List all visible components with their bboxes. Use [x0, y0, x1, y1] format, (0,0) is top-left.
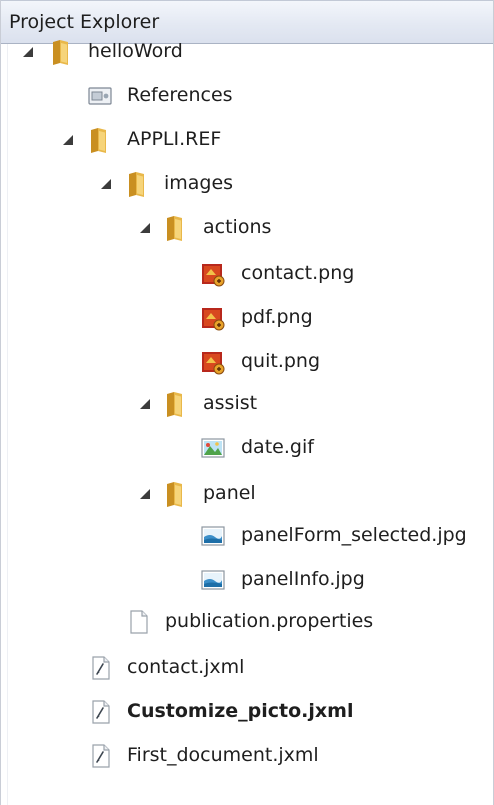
tree-item-label: publication.properties [165, 610, 374, 632]
tree-item-label: actions [203, 216, 272, 238]
tree-item-first-document-jxml[interactable]: First_document.jxml [1, 736, 493, 776]
gif-image-icon [200, 435, 226, 465]
folder-icon [162, 481, 188, 511]
jpg-image-icon [200, 523, 226, 553]
expander-arrow-icon[interactable] [140, 489, 150, 499]
tree-item-label: images [164, 172, 234, 194]
panel-title: Project Explorer [9, 11, 160, 33]
tree-item-label: Customize_picto.jxml [127, 700, 354, 722]
tree-item-helloword[interactable]: helloWord [1, 32, 493, 72]
jpg-image-icon [200, 567, 226, 597]
folder-icon [48, 39, 74, 69]
tree-item-label: helloWord [88, 40, 183, 62]
expander-arrow-icon[interactable] [23, 47, 33, 57]
expander-arrow-icon[interactable] [140, 223, 150, 233]
project-explorer-panel: Project Explorer helloWord References APPL… [0, 0, 494, 805]
tree-item-label: References [127, 84, 233, 106]
tree-item-label: First_document.jxml [127, 744, 319, 766]
tree-item-customize-picto-jxml[interactable]: Customize_picto.jxml [1, 692, 493, 732]
folder-icon [162, 391, 188, 421]
folder-icon [124, 171, 150, 201]
expander-arrow-icon[interactable] [140, 399, 150, 409]
tree-item-panelform-selected-jpg[interactable]: panelForm_selected.jpg [1, 516, 493, 556]
expander-arrow-icon[interactable] [63, 135, 73, 145]
tree-item-date-gif[interactable]: date.gif [1, 428, 493, 468]
png-image-icon [200, 261, 226, 291]
tree-item-label: assist [203, 392, 258, 414]
tree-item-appli-ref[interactable]: APPLI.REF [1, 120, 493, 160]
tree-item-publication-properties[interactable]: publication.properties [1, 602, 493, 642]
tree-item-pdf-png[interactable]: pdf.png [1, 298, 493, 338]
tree-item-panelinfo-jpg[interactable]: panelInfo.jpg [1, 560, 493, 600]
jxml-file-icon [88, 655, 114, 685]
folder-icon [162, 215, 188, 245]
tree-item-label: date.gif [241, 436, 314, 458]
tree-item-actions[interactable]: actions [1, 208, 493, 248]
tree-item-label: panelInfo.jpg [241, 568, 365, 590]
tree-item-panel[interactable]: panel [1, 474, 493, 514]
tree-item-label: APPLI.REF [127, 128, 222, 150]
tree-item-label: contact.png [241, 262, 355, 284]
png-image-icon [200, 349, 226, 379]
png-image-icon [200, 305, 226, 335]
tree-item-label: panelForm_selected.jpg [241, 524, 467, 546]
tree-item-label: panel [203, 482, 256, 504]
jxml-file-icon [88, 743, 114, 773]
tree-item-contact-jxml[interactable]: contact.jxml [1, 648, 493, 688]
tree-item-label: contact.jxml [127, 656, 245, 678]
references-icon [87, 83, 113, 113]
tree-item-quit-png[interactable]: quit.png [1, 342, 493, 382]
jxml-file-icon [88, 699, 114, 729]
tree-item-label: quit.png [241, 350, 321, 372]
text-file-icon [126, 609, 152, 639]
expander-arrow-icon[interactable] [101, 179, 111, 189]
tree-item-references[interactable]: References [1, 76, 493, 116]
tree-item-images[interactable]: images [1, 164, 493, 204]
tree-item-label: pdf.png [241, 306, 313, 328]
tree-item-contact-png[interactable]: contact.png [1, 254, 493, 294]
tree-item-assist[interactable]: assist [1, 384, 493, 424]
folder-icon [86, 127, 112, 157]
